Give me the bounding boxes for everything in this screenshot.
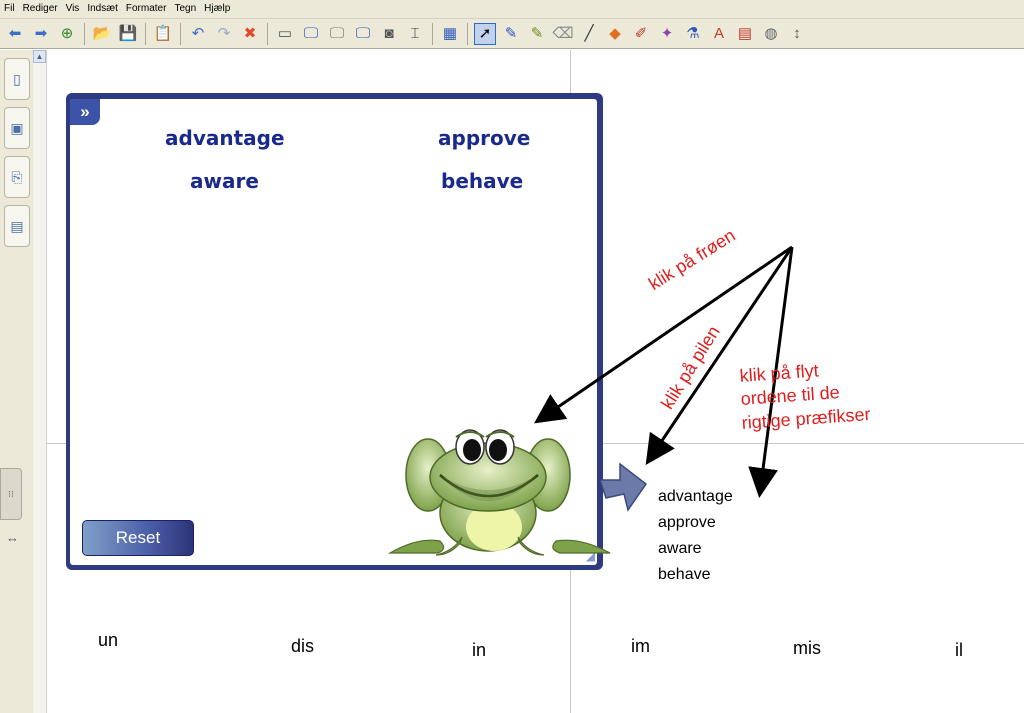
side-panel-collapse-handle[interactable]: ⁝⁝ xyxy=(0,468,22,520)
capture-icon[interactable]: ◙ xyxy=(378,23,400,45)
prefix-un[interactable]: un xyxy=(98,630,118,651)
menu-indsæt[interactable]: Indsæt xyxy=(83,0,122,18)
measure-icon[interactable]: ◍ xyxy=(760,23,782,45)
save-icon[interactable]: 💾 xyxy=(117,23,139,45)
side-tab-gallery[interactable]: ▣ xyxy=(4,107,30,149)
undo-icon[interactable]: ↶ xyxy=(187,23,209,45)
menu-rediger[interactable]: Rediger xyxy=(19,0,62,18)
prefix-mis[interactable]: mis xyxy=(793,638,821,659)
prefix-il[interactable]: il xyxy=(955,640,963,661)
move-toolbar-icon[interactable]: ↕ xyxy=(786,23,808,45)
dual-page-icon[interactable]: 🖵 xyxy=(352,23,374,45)
properties-tab-icon: ▤ xyxy=(10,217,24,234)
forward-arrow-icon[interactable]: ➡ xyxy=(30,23,52,45)
scroll-up-icon[interactable]: ▲ xyxy=(33,50,46,63)
paste-icon[interactable]: 📋 xyxy=(152,23,174,45)
toolbar-separator xyxy=(432,22,433,45)
line-icon[interactable]: ╱ xyxy=(578,23,600,45)
prefix-im[interactable]: im xyxy=(631,636,650,657)
magic-pen-icon[interactable]: ✦ xyxy=(656,23,678,45)
whiteboard-canvas[interactable]: » advantage approve aware behave Reset ◢ xyxy=(47,50,1024,713)
eraser-icon[interactable]: ⌫ xyxy=(552,23,574,45)
open-folder-icon[interactable]: 📂 xyxy=(91,23,113,45)
side-panel-resize-icon[interactable]: ↔ xyxy=(6,530,19,545)
add-page-icon[interactable]: ⊕ xyxy=(56,23,78,45)
properties-icon[interactable]: ▤ xyxy=(734,23,756,45)
toolbar-separator xyxy=(180,22,181,45)
side-tab-attachments[interactable]: ⎘ xyxy=(4,156,30,198)
back-arrow-icon[interactable]: ⬅ xyxy=(4,23,26,45)
creative-pen-icon[interactable]: ✎ xyxy=(526,23,548,45)
page-sorter-icon: ▯ xyxy=(13,70,21,87)
toolbar: ⬅ ➡ ⊕ 📂 💾 📋 ↶ ↷ ✖ ▭ 🖵 🖵 🖵 ◙ ⌶ ▦ ➚ ✎ ✎ ⌫ ╱ ◆ ✐ ✦ ⚗ A ▤ ◍ ↕ xyxy=(0,19,1024,49)
menu-hjælp[interactable]: Hjælp xyxy=(200,0,234,18)
redo-icon[interactable]: ↷ xyxy=(213,23,235,45)
gallery-icon: ▣ xyxy=(10,119,24,136)
attachments-icon: ⎘ xyxy=(11,168,23,185)
transparent-layer-icon[interactable]: 🖵 xyxy=(326,23,348,45)
delete-icon[interactable]: ✖ xyxy=(239,23,261,45)
shape-recognition-pen-icon[interactable]: ✐ xyxy=(630,23,652,45)
toolbar-separator xyxy=(267,22,268,45)
text-color-icon[interactable]: A xyxy=(708,23,730,45)
screen-shade-icon[interactable]: ▭ xyxy=(274,23,296,45)
vertical-scrollbar[interactable]: ▲ xyxy=(33,50,47,713)
prefix-in[interactable]: in xyxy=(472,640,486,661)
table-icon[interactable]: ▦ xyxy=(439,23,461,45)
pen-icon[interactable]: ✎ xyxy=(500,23,522,45)
instruction-arrows xyxy=(534,245,794,498)
side-panel: ▯ ▣ ⎘ ▤ ⁝⁝ ↔ xyxy=(0,50,34,713)
menu-vis[interactable]: Vis xyxy=(62,0,84,18)
prefix-dis[interactable]: dis xyxy=(291,636,314,657)
toolbar-separator xyxy=(467,22,468,45)
toolbar-separator xyxy=(84,22,85,45)
side-tab-properties[interactable]: ▤ xyxy=(4,205,30,247)
shapes-icon[interactable]: ◆ xyxy=(604,23,626,45)
menu-formater[interactable]: Formater xyxy=(122,0,171,18)
menu-tegn[interactable]: Tegn xyxy=(170,0,200,18)
toolbar-separator xyxy=(145,22,146,45)
full-screen-icon[interactable]: 🖵 xyxy=(300,23,322,45)
select-pointer-icon[interactable]: ➚ xyxy=(474,22,496,45)
menu-bar: Fil Rediger Vis Indsæt Formater Tegn Hjælp xyxy=(0,0,1024,19)
text-box-icon[interactable]: ⌶ xyxy=(404,23,426,45)
side-tab-page-sorter[interactable]: ▯ xyxy=(4,58,30,100)
menu-fil[interactable]: Fil xyxy=(0,0,19,18)
fill-icon[interactable]: ⚗ xyxy=(682,23,704,45)
